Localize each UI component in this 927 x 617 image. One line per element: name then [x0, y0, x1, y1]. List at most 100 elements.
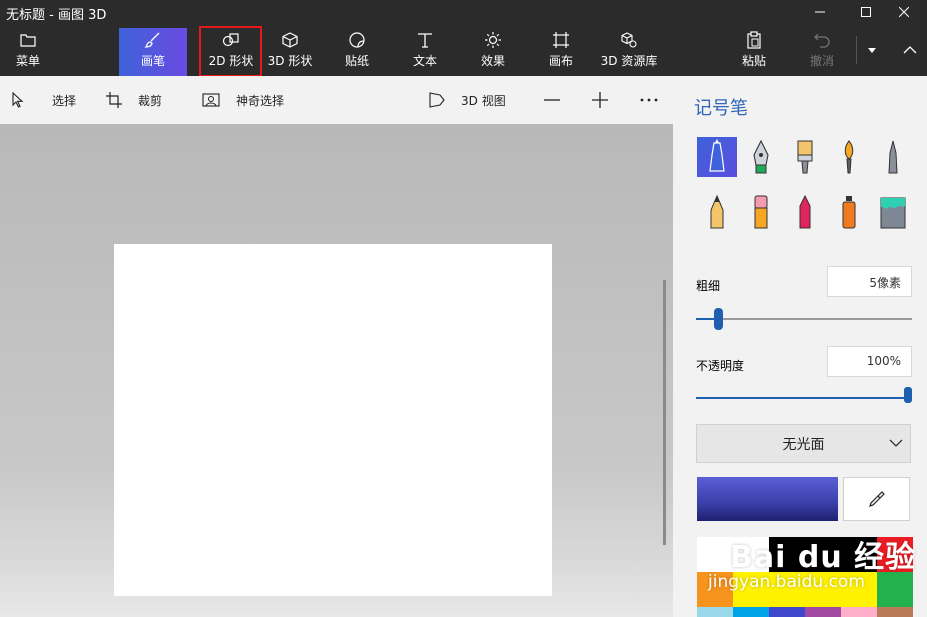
effects-sun-icon	[485, 32, 501, 48]
tab-3d-library[interactable]: 3D 资源库	[596, 28, 662, 76]
chevron-up-icon	[903, 46, 917, 54]
chevron-down-icon	[889, 439, 903, 447]
tab-canvas[interactable]: 画布	[528, 28, 594, 76]
3d-library-icon	[621, 32, 637, 48]
palette-swatch[interactable]	[697, 537, 733, 572]
tab-label: 3D 资源库	[600, 54, 658, 68]
minimize-icon	[815, 11, 825, 13]
palette-swatch[interactable]	[697, 607, 733, 617]
menu-label: 菜单	[15, 54, 40, 68]
sticker-icon	[349, 32, 365, 48]
undo-button[interactable]: 撤消	[789, 28, 855, 76]
cube-icon	[282, 32, 298, 48]
magic-select-icon	[202, 93, 220, 107]
marker-brush[interactable]	[697, 137, 737, 177]
thickness-slider-thumb[interactable]	[713, 308, 723, 330]
thickness-input[interactable]: 5像素	[827, 266, 912, 297]
eyedropper-button[interactable]	[843, 477, 910, 521]
minimize-button[interactable]	[797, 0, 843, 24]
magic-select-label: 神奇选择	[236, 93, 285, 108]
calligraphy-pen-icon	[753, 139, 769, 174]
vertical-scrollbar[interactable]	[663, 280, 666, 545]
palette-swatch[interactable]	[769, 607, 805, 617]
palette-swatch[interactable]	[733, 607, 769, 617]
paste-clipboard-icon	[747, 31, 761, 49]
thickness-label: 粗细	[696, 279, 721, 293]
current-color-swatch[interactable]	[697, 477, 838, 521]
drawing-canvas[interactable]	[114, 244, 552, 596]
canvas-crop-icon	[553, 32, 569, 48]
collapse-ribbon-button[interactable]	[898, 40, 922, 60]
tab-label: 文本	[412, 54, 437, 68]
3d-view-toggle[interactable]: 3D 视图	[429, 76, 506, 124]
crayon-icon	[799, 194, 811, 229]
more-dots-icon	[640, 98, 658, 102]
fill-bucket-brush[interactable]	[873, 192, 913, 232]
palette-swatch[interactable]	[841, 607, 877, 617]
magic-select-tool[interactable]: 神奇选择	[202, 76, 284, 124]
zoom-in-button[interactable]	[592, 76, 608, 124]
3d-view-label: 3D 视图	[461, 93, 506, 108]
pixel-pen-icon	[888, 140, 898, 174]
eraser-brush[interactable]	[741, 192, 781, 232]
watercolor-brush[interactable]	[829, 137, 869, 177]
select-label: 选择	[52, 93, 77, 108]
menu-button[interactable]: 菜单	[0, 28, 56, 76]
palette-swatch[interactable]	[877, 572, 913, 607]
zoom-out-button[interactable]	[544, 76, 560, 124]
palette-swatch[interactable]	[805, 537, 841, 572]
crayon-brush[interactable]	[785, 192, 825, 232]
opacity-input[interactable]: 100%	[827, 346, 912, 377]
oil-brush[interactable]	[785, 137, 825, 177]
pencil-brush[interactable]	[697, 192, 737, 232]
pixel-pen-brush[interactable]	[873, 137, 913, 177]
crop-icon	[106, 92, 122, 108]
tab-label: 画笔	[140, 54, 165, 68]
tab-3d-shapes[interactable]: 3D 形状	[257, 28, 323, 76]
title-bar: 无标题 - 画图 3D	[0, 0, 927, 24]
tab-brushes[interactable]: 画笔	[119, 28, 187, 76]
close-button[interactable]	[881, 0, 927, 24]
tab-effects[interactable]: 效果	[460, 28, 526, 76]
toolbar: 选择 裁剪 神奇选择 3D 视图	[0, 76, 680, 124]
opacity-slider-thumb[interactable]	[904, 387, 912, 403]
tab-label: 效果	[480, 54, 505, 68]
marker-icon	[709, 139, 725, 172]
palette-swatch[interactable]	[805, 607, 841, 617]
palette-swatch[interactable]	[769, 572, 805, 607]
crop-tool[interactable]: 裁剪	[106, 76, 162, 124]
palette-swatch[interactable]	[877, 537, 913, 572]
palette-swatch[interactable]	[733, 537, 769, 572]
palette-swatch[interactable]	[841, 572, 877, 607]
palette-swatch[interactable]	[697, 572, 733, 607]
opacity-slider-fill	[696, 397, 904, 399]
oil-brush-icon	[797, 140, 813, 174]
chevron-down-icon	[868, 47, 876, 53]
palette-swatch[interactable]	[841, 537, 877, 572]
paste-button[interactable]: 粘贴	[721, 28, 787, 76]
text-icon	[418, 33, 432, 48]
palette-swatch[interactable]	[877, 607, 913, 617]
calligraphy-pen-brush[interactable]	[741, 137, 781, 177]
plus-icon	[592, 92, 608, 108]
palette-swatch[interactable]	[733, 572, 769, 607]
tab-label: 画布	[548, 54, 573, 68]
tab-stickers[interactable]: 贴纸	[324, 28, 390, 76]
more-options-button[interactable]	[640, 76, 658, 124]
history-dropdown-button[interactable]	[862, 40, 882, 60]
tab-text[interactable]: 文本	[392, 28, 458, 76]
thickness-slider-track[interactable]	[696, 318, 912, 320]
watercolor-icon	[844, 140, 854, 174]
finish-dropdown[interactable]: 无光面	[696, 424, 911, 463]
color-palette	[697, 537, 913, 617]
palette-swatch[interactable]	[769, 537, 805, 572]
thickness-slider-fill	[696, 318, 714, 320]
ribbon: 菜单 画笔 2D 形状 3D 形状 贴纸 文本 效果 画布 3D 资源库 粘贴 …	[0, 24, 927, 76]
select-tool[interactable]: 选择	[12, 76, 76, 124]
eyedropper-icon	[868, 491, 885, 507]
ribbon-divider	[856, 36, 857, 64]
paste-label: 粘贴	[741, 54, 766, 68]
window-title: 无标题 - 画图 3D	[6, 8, 107, 23]
spray-can-brush[interactable]	[829, 192, 869, 232]
palette-swatch[interactable]	[805, 572, 841, 607]
